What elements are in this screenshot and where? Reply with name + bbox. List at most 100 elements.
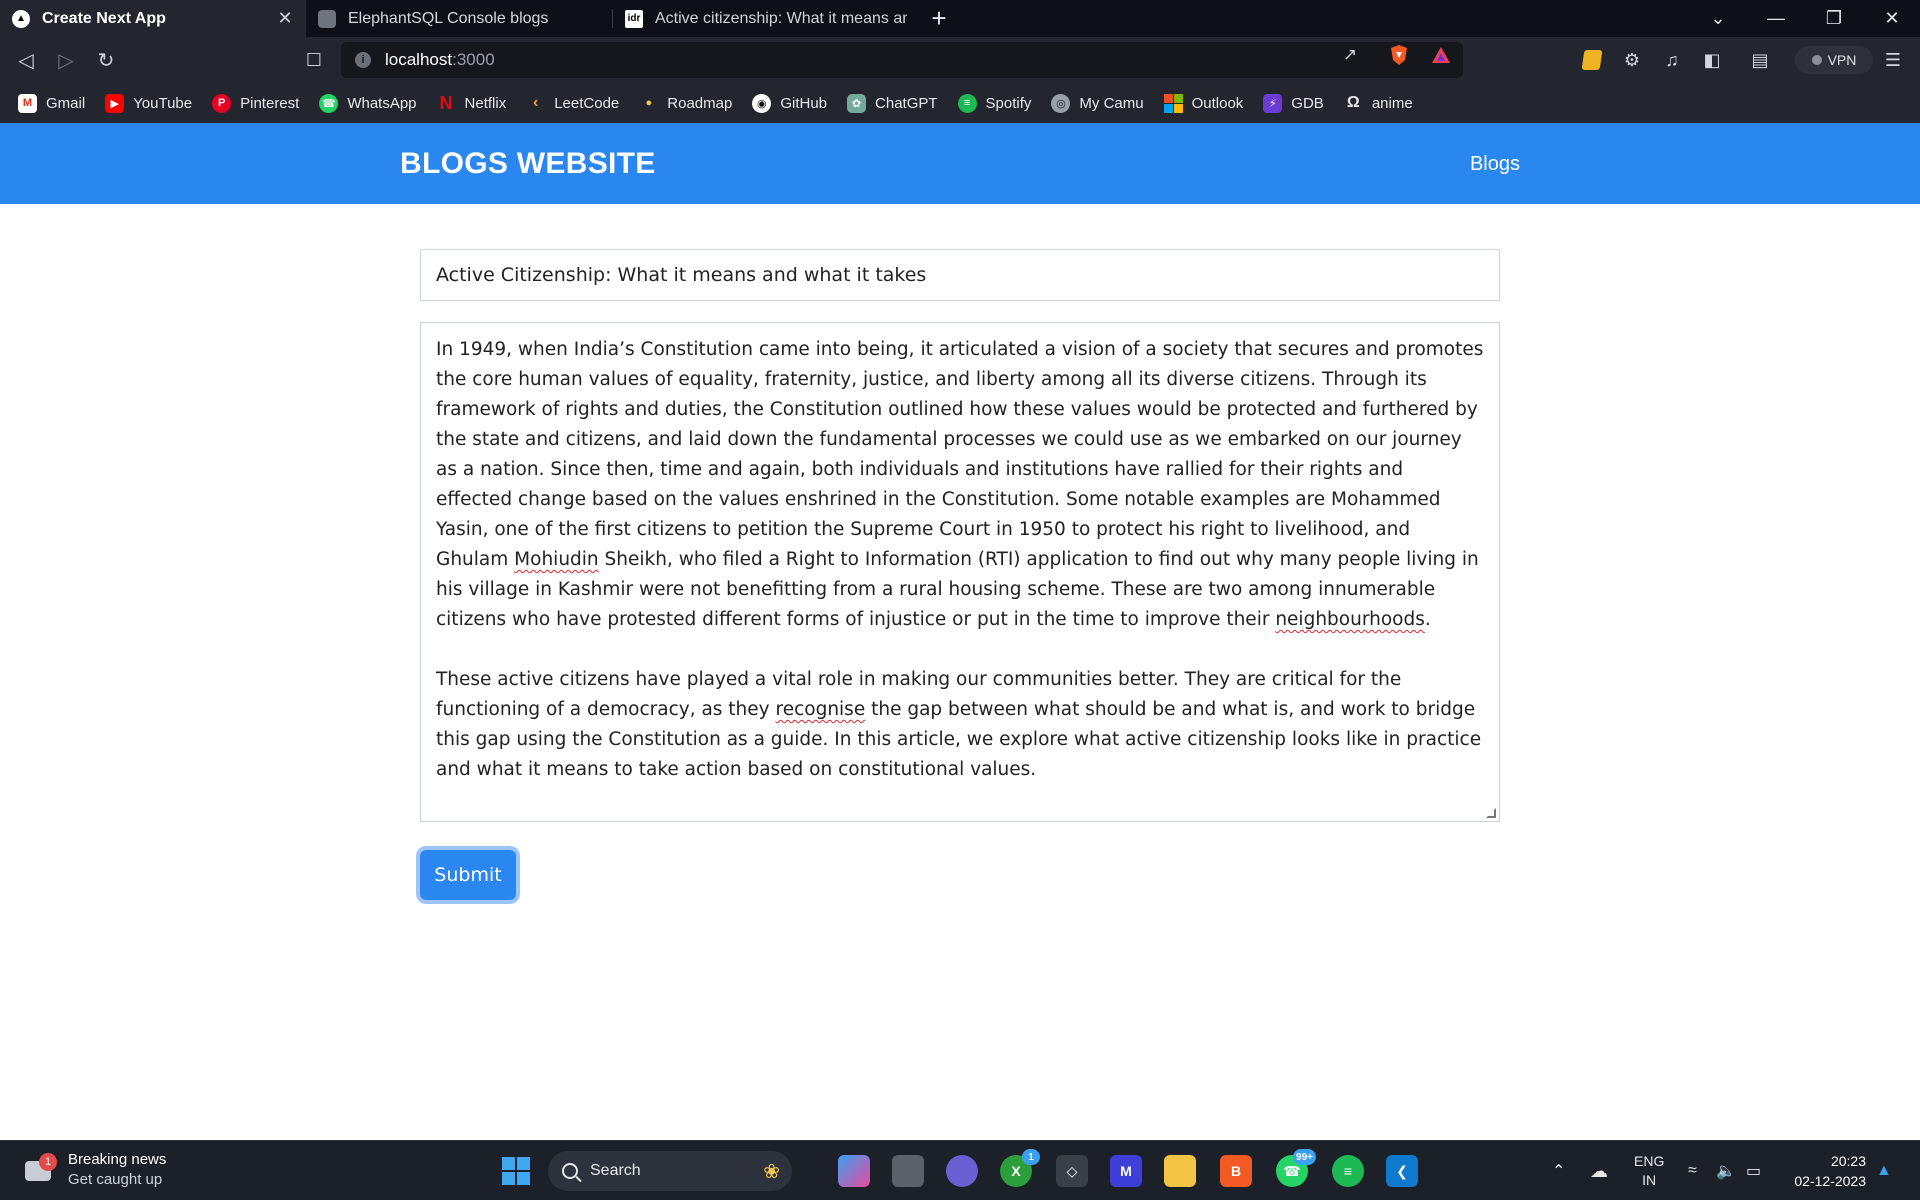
content-paragraph: These active citizens have played a vita…	[436, 669, 1482, 780]
address-bar[interactable]: i localhost :3000	[341, 42, 1463, 78]
wallet-extension-icon[interactable]	[1581, 49, 1603, 71]
bookmark-my-camu[interactable]: ◎ My Camu	[1051, 93, 1144, 113]
whatsapp-icon: ☎	[319, 93, 339, 113]
tab-search-chevron-icon[interactable]: ⌄	[1690, 0, 1746, 37]
bookmark-github[interactable]: ◉ GitHub	[752, 93, 827, 113]
share-icon[interactable]: ↗	[1338, 45, 1362, 65]
news-badge: 1	[39, 1152, 57, 1171]
bookmark-gmail[interactable]: M Gmail	[18, 93, 85, 113]
close-icon[interactable]: ✕	[276, 8, 294, 29]
whatsapp-badge: 99+	[1293, 1149, 1316, 1165]
news-widget[interactable]: 1 Breaking news Get caught up	[22, 1151, 166, 1188]
close-window-icon[interactable]: ✕	[1864, 0, 1920, 37]
roadmap-icon: ●	[645, 97, 653, 109]
search-icon	[562, 1163, 578, 1179]
unity-icon[interactable]: ◇	[1056, 1155, 1088, 1187]
news-icon: 1	[22, 1152, 57, 1187]
leetcode-icon: ‹	[533, 94, 539, 111]
bookmark-icon[interactable]: ☐	[298, 45, 330, 75]
copilot-icon[interactable]	[838, 1155, 870, 1187]
bookmark-youtube[interactable]: ▶ YouTube	[105, 93, 192, 113]
media-icon[interactable]: ♫	[1661, 49, 1683, 71]
github-icon: ◉	[752, 93, 772, 113]
taskbar-search[interactable]: Search ❀	[548, 1151, 792, 1191]
bookmark-pinterest[interactable]: P Pinterest	[212, 93, 299, 113]
site-navbar: BLOGS WEBSITE Blogs	[0, 123, 1920, 204]
submit-button[interactable]: Submit	[420, 850, 516, 900]
tab-active-citizenship[interactable]: idr Active citizenship: What it means an…	[613, 0, 919, 37]
language-indicator[interactable]: ENG IN	[1634, 1141, 1664, 1200]
whatsapp-taskbar-icon[interactable]: ☎ 99+	[1276, 1149, 1316, 1187]
minimize-icon[interactable]: —	[1748, 0, 1804, 37]
anime-icon: Ω	[1346, 94, 1360, 111]
site-brand[interactable]: BLOGS WEBSITE	[400, 147, 656, 181]
reload-icon[interactable]: ↻	[90, 45, 122, 75]
bookmark-chatgpt[interactable]: ✿ ChatGPT	[847, 93, 938, 113]
vpn-button[interactable]: VPN	[1795, 46, 1873, 74]
elephant-icon	[318, 9, 336, 28]
sidebar-icon[interactable]: ◧	[1701, 49, 1723, 71]
new-tab-plus-icon[interactable]: +	[919, 0, 959, 37]
chatgpt-icon: ✿	[847, 93, 867, 113]
browser-toolbar: ◁ ▷ ↻ ☐ i localhost :3000 ↗ ⚙ ♫ ◧ ▤ VPN …	[0, 37, 1920, 83]
youtube-icon: ▶	[105, 93, 125, 113]
vscode-icon[interactable]: ❮	[1386, 1155, 1418, 1187]
brave-shields-icon[interactable]	[1388, 45, 1410, 65]
windows-taskbar: 1 Breaking news Get caught up Search ❀ X…	[0, 1140, 1920, 1200]
menu-icon[interactable]: ☰	[1882, 49, 1904, 71]
windows-start-icon[interactable]	[502, 1157, 530, 1185]
spotify-taskbar-icon[interactable]: ≡	[1332, 1155, 1364, 1187]
clock-date: 02-12-2023	[1794, 1173, 1866, 1189]
brave-rewards-icon[interactable]	[1430, 45, 1452, 65]
onedrive-icon[interactable]: ☁	[1590, 1141, 1608, 1200]
restore-icon[interactable]: ❐	[1806, 0, 1862, 37]
xbox-badge: 1	[1022, 1149, 1040, 1165]
forward-icon[interactable]: ▷	[50, 45, 82, 75]
gmail-icon: M	[18, 93, 37, 113]
tab-create-next-app[interactable]: ▲ Create Next App ✕	[0, 0, 306, 37]
notifications-bell-icon[interactable]: ▲	[1876, 1141, 1892, 1200]
bookmark-spotify[interactable]: ≡ Spotify	[957, 93, 1031, 113]
mathway-icon[interactable]: M	[1110, 1155, 1142, 1187]
extensions-icon[interactable]: ⚙	[1621, 49, 1643, 71]
resize-handle-icon[interactable]	[1486, 808, 1496, 818]
bookmark-roadmap[interactable]: ● Roadmap	[639, 94, 732, 113]
clock-time: 20:23	[1830, 1153, 1866, 1169]
vpn-status-icon	[1811, 55, 1822, 65]
wifi-icon[interactable]: ≈	[1688, 1141, 1697, 1200]
idr-icon: idr	[625, 9, 643, 28]
tab-elephantsql[interactable]: ElephantSQL Console blogs	[306, 0, 612, 37]
wallet-icon[interactable]: ▤	[1749, 49, 1771, 71]
microsoft-icon	[1163, 93, 1183, 113]
bookmark-outlook[interactable]: Outlook	[1163, 93, 1243, 113]
lang-bottom: IN	[1642, 1172, 1657, 1188]
volume-icon[interactable]: 🔈	[1716, 1141, 1736, 1200]
address-host: localhost	[385, 50, 453, 69]
site-info-icon[interactable]: i	[355, 52, 371, 68]
search-highlight-icon: ❀	[763, 1160, 780, 1183]
bookmark-anime[interactable]: Ωanime	[1344, 94, 1413, 113]
netflix-icon: N	[439, 92, 453, 113]
system-clock[interactable]: 20:23 02-12-2023	[1794, 1151, 1866, 1191]
tab-title: Create Next App	[42, 9, 166, 27]
blog-content-textarea[interactable]: In 1949, when India’s Constitution came …	[420, 322, 1500, 822]
vpn-label: VPN	[1827, 52, 1857, 68]
nav-link-blogs[interactable]: Blogs	[1470, 153, 1520, 176]
bookmark-gdb[interactable]: ⚡ GDB	[1263, 93, 1324, 113]
teams-chat-icon[interactable]	[946, 1155, 978, 1187]
battery-icon[interactable]: ▭	[1746, 1141, 1761, 1200]
bookmark-whatsapp[interactable]: ☎ WhatsApp	[319, 93, 417, 113]
blog-title-input[interactable]	[420, 249, 1500, 301]
tray-overflow-icon[interactable]: ⌃	[1552, 1141, 1565, 1200]
content-paragraph: In 1949, when India’s Constitution came …	[436, 339, 1484, 630]
bookmark-netflix[interactable]: N Netflix	[437, 92, 507, 113]
bookmarks-bar: M Gmail ▶ YouTube P Pinterest ☎ WhatsApp N Ne…	[0, 83, 1920, 123]
xbox-icon[interactable]: X1	[1000, 1149, 1040, 1187]
back-icon[interactable]: ◁	[10, 45, 42, 75]
task-view-icon[interactable]	[892, 1155, 924, 1187]
news-title: Breaking news	[68, 1151, 167, 1168]
brave-browser-icon[interactable]: B	[1220, 1155, 1252, 1187]
file-explorer-icon[interactable]	[1164, 1155, 1196, 1187]
bookmark-leetcode[interactable]: ‹ LeetCode	[526, 94, 619, 113]
spellcheck-word: Mohiudin	[514, 549, 599, 570]
